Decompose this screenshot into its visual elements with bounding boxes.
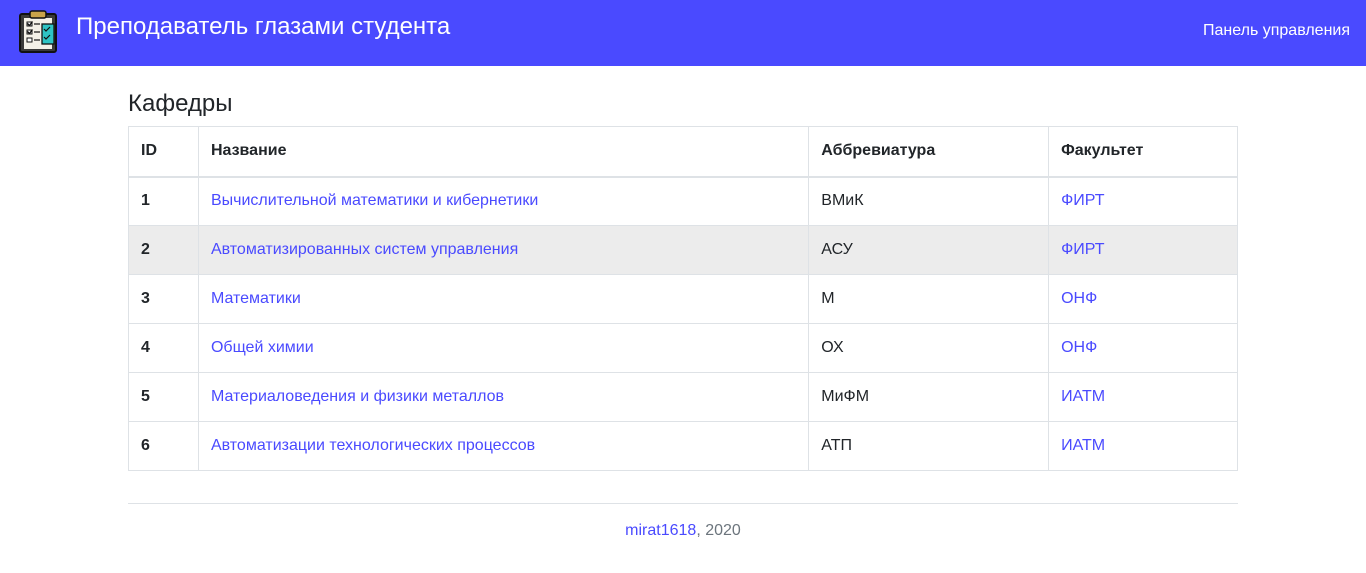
faculty-link[interactable]: ОНФ: [1061, 290, 1097, 307]
department-name-link[interactable]: Автоматизации технологических процессов: [211, 437, 535, 454]
table-row: 4 Общей химии ОХ ОНФ: [128, 323, 1238, 373]
footer-divider: [128, 503, 1238, 504]
row-name-cell: Материаловедения и физики металлов: [197, 372, 810, 422]
row-id: 2: [128, 225, 199, 275]
column-header-id: ID: [128, 126, 199, 178]
row-faculty-cell: ИАТМ: [1048, 372, 1238, 422]
row-faculty-cell: ФИРТ: [1048, 225, 1238, 275]
row-id: 5: [128, 372, 199, 422]
row-faculty-cell: ИАТМ: [1048, 421, 1238, 471]
faculty-link[interactable]: ИАТМ: [1061, 437, 1105, 454]
row-id: 4: [128, 323, 199, 373]
faculty-link[interactable]: ФИРТ: [1061, 192, 1104, 209]
row-abbreviation: М: [808, 274, 1050, 324]
footer-year: , 2020: [696, 522, 741, 539]
row-faculty-cell: ФИРТ: [1048, 176, 1238, 226]
department-name-link[interactable]: Вычислительной математики и кибернетики: [211, 192, 538, 209]
department-name-link[interactable]: Материаловедения и физики металлов: [211, 388, 504, 405]
row-faculty-cell: ОНФ: [1048, 274, 1238, 324]
row-name-cell: Автоматизации технологических процессов: [197, 421, 810, 471]
faculty-link[interactable]: ФИРТ: [1061, 241, 1104, 258]
author-link[interactable]: mirat1618: [625, 522, 696, 539]
column-header-faculty: Факультет: [1048, 126, 1238, 178]
row-faculty-cell: ОНФ: [1048, 323, 1238, 373]
department-name-link[interactable]: Общей химии: [211, 339, 314, 356]
row-abbreviation: МиФМ: [808, 372, 1050, 422]
row-id: 6: [128, 421, 199, 471]
faculty-link[interactable]: ОНФ: [1061, 339, 1097, 356]
row-abbreviation: АСУ: [808, 225, 1050, 275]
row-name-cell: Общей химии: [197, 323, 810, 373]
table-row: 2 Автоматизированных систем управления А…: [128, 225, 1238, 275]
site-title[interactable]: Преподаватель глазами студента: [76, 13, 450, 41]
column-header-abbreviation: Аббревиатура: [808, 126, 1050, 178]
table-row: 3 Математики М ОНФ: [128, 274, 1238, 324]
control-panel-link[interactable]: Панель управления: [1203, 21, 1350, 41]
row-name-cell: Автоматизированных систем управления: [197, 225, 810, 275]
top-navbar: Преподаватель глазами студента Панель уп…: [0, 0, 1366, 66]
clipboard-checklist-icon[interactable]: [18, 10, 58, 54]
row-id: 3: [128, 274, 199, 324]
row-id: 1: [128, 176, 199, 226]
row-abbreviation: ВМиК: [808, 176, 1050, 226]
table-row: 6 Автоматизации технологических процессо…: [128, 421, 1238, 471]
department-name-link[interactable]: Автоматизированных систем управления: [211, 241, 518, 258]
footer: mirat1618, 2020: [0, 521, 1366, 541]
page-title: Кафедры: [128, 90, 233, 117]
row-abbreviation: АТП: [808, 421, 1050, 471]
departments-table: ID Название Аббревиатура Факультет 1 Выч…: [128, 126, 1238, 471]
table-row: 1 Вычислительной математики и кибернетик…: [128, 176, 1238, 226]
table-row: 5 Материаловедения и физики металлов МиФ…: [128, 372, 1238, 422]
row-name-cell: Вычислительной математики и кибернетики: [197, 176, 810, 226]
row-name-cell: Математики: [197, 274, 810, 324]
department-name-link[interactable]: Математики: [211, 290, 301, 307]
row-abbreviation: ОХ: [808, 323, 1050, 373]
faculty-link[interactable]: ИАТМ: [1061, 388, 1105, 405]
table-header-row: ID Название Аббревиатура Факультет: [128, 126, 1238, 178]
column-header-name: Название: [197, 126, 810, 178]
